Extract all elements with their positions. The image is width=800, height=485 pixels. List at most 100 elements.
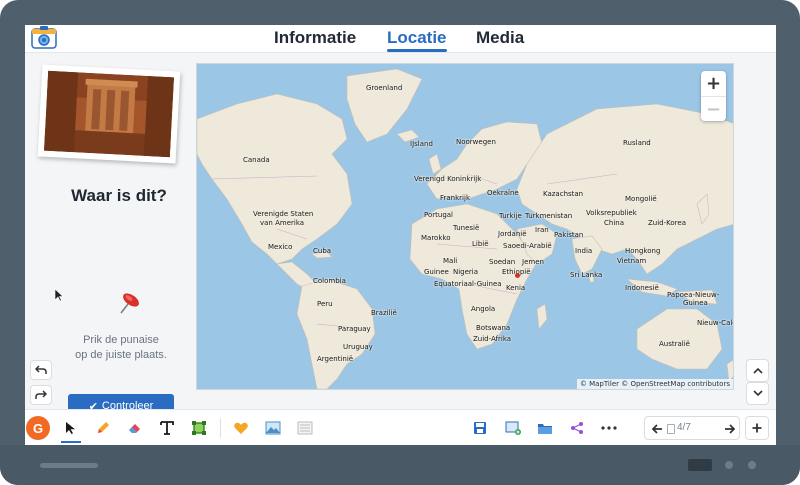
- map-label: Peru: [317, 300, 333, 308]
- previous-page-button[interactable]: [649, 421, 665, 437]
- sticker-tool-button[interactable]: [230, 417, 252, 439]
- open-folder-button[interactable]: [534, 417, 556, 439]
- map-label: India: [575, 247, 593, 255]
- map-label: Saoedi-Arabië: [503, 242, 552, 250]
- toolbar-divider: [220, 418, 221, 438]
- text-icon: [160, 421, 174, 435]
- map-label: Volksrepubliek: [586, 209, 637, 217]
- add-media-button[interactable]: [502, 417, 524, 439]
- push-pin-icon[interactable]: [113, 289, 143, 319]
- bottom-toolbar: G 4/7: [25, 409, 776, 445]
- more-options-button[interactable]: [598, 417, 620, 439]
- zoom-out-button[interactable]: −: [701, 96, 726, 121]
- camera-app-icon[interactable]: [31, 25, 57, 49]
- map-label: Noorwegen: [456, 138, 496, 146]
- next-page-button[interactable]: [721, 421, 737, 437]
- scroll-up-button[interactable]: [746, 359, 769, 382]
- redo-button[interactable]: [30, 385, 52, 405]
- map-label: Iran: [535, 226, 549, 234]
- map-label: Hongkong: [625, 247, 661, 255]
- map-label: Argentinië: [317, 355, 354, 363]
- instruction-text: Prik de punaise op de juiste plaats.: [65, 333, 177, 363]
- tab-informatie[interactable]: Informatie: [274, 28, 356, 48]
- map-label: van Amerika: [260, 219, 305, 227]
- app-screen: Informatie Locatie Media Waar is dit? Pr…: [25, 25, 776, 445]
- world-map[interactable]: Groenland IJsland Noorwegen Rusland Cana…: [196, 63, 734, 390]
- eraser-tool-button[interactable]: [124, 417, 146, 439]
- add-image-icon: [505, 421, 521, 435]
- image-icon: [265, 421, 281, 435]
- plus-icon: [752, 423, 762, 433]
- undo-icon: [35, 365, 47, 374]
- map-label: Canada: [243, 156, 270, 164]
- chevron-down-icon: [752, 390, 763, 397]
- more-icon: [601, 426, 617, 430]
- map-label: Libië: [472, 240, 489, 248]
- add-page-button[interactable]: [745, 416, 769, 440]
- shape-tool-button[interactable]: [188, 417, 210, 439]
- list-icon: [297, 421, 313, 435]
- mouse-cursor-icon: [54, 287, 64, 302]
- pencil-tool-button[interactable]: [92, 417, 114, 439]
- map-label: Verenigd Koninkrijk: [414, 175, 482, 183]
- map-attribution: © MapTiler © OpenStreetMap contributors: [576, 379, 733, 389]
- share-button[interactable]: [566, 417, 588, 439]
- map-label: Uruguay: [343, 343, 373, 351]
- chevron-up-icon: [752, 367, 763, 374]
- map-label: Jordanië: [498, 230, 527, 238]
- eraser-icon: [129, 424, 140, 433]
- tab-locatie[interactable]: Locatie: [387, 28, 447, 48]
- heart-icon: [234, 422, 248, 434]
- zoom-in-button[interactable]: +: [701, 71, 726, 96]
- location-marker-icon: [515, 273, 520, 278]
- map-label: Mexico: [268, 243, 293, 251]
- page-icon: [667, 424, 675, 434]
- map-label: Sri Lanka: [570, 271, 603, 279]
- instruction-line-1: Prik de punaise: [83, 334, 159, 346]
- map-label: Kenia: [506, 284, 526, 292]
- user-avatar[interactable]: G: [26, 416, 50, 440]
- tab-media[interactable]: Media: [476, 28, 524, 48]
- zoom-controls: + −: [701, 71, 726, 121]
- map-label: IJsland: [410, 140, 433, 148]
- redo-icon: [35, 390, 47, 399]
- arrow-right-icon: [724, 424, 735, 434]
- top-bar: Informatie Locatie Media: [25, 25, 776, 53]
- map-label: Pakistan: [554, 231, 584, 239]
- pencil-icon: [98, 422, 109, 433]
- map-label: Guinee: [424, 268, 449, 276]
- page-counter: 4/7: [677, 422, 691, 433]
- map-label: China: [604, 219, 624, 227]
- map-label: Jemen: [522, 258, 544, 266]
- select-tool-button[interactable]: [60, 417, 82, 439]
- map-label: Soedan: [489, 258, 516, 266]
- shape-icon: [192, 421, 206, 435]
- map-label: Nieuw-Caledonië: [697, 319, 733, 327]
- bezel-led: [748, 461, 756, 469]
- active-tool-indicator: [61, 441, 81, 443]
- map-label: Kazachstan: [543, 190, 584, 198]
- bezel-camera: [688, 459, 712, 471]
- bezel-led: [725, 461, 733, 469]
- arrow-left-icon: [651, 424, 662, 434]
- share-icon: [571, 422, 583, 434]
- undo-button[interactable]: [30, 360, 52, 380]
- map-label: Marokko: [421, 234, 451, 242]
- text-tool-button[interactable]: [156, 417, 178, 439]
- map-label: Zuid-Korea: [648, 219, 686, 227]
- list-tool-button[interactable]: [294, 417, 316, 439]
- petra-photo-image: [43, 70, 175, 158]
- map-label: Tunesië: [453, 224, 480, 232]
- map-label: Rusland: [623, 139, 651, 147]
- save-button[interactable]: [469, 417, 491, 439]
- map-label: Guinea: [683, 299, 708, 307]
- scroll-down-button[interactable]: [746, 382, 769, 405]
- map-label: Brazilië: [371, 309, 397, 317]
- map-label: Colombia: [313, 277, 346, 285]
- map-label: Cuba: [313, 247, 332, 255]
- map-label: Turkmenistan: [525, 212, 573, 220]
- image-tool-button[interactable]: [262, 417, 284, 439]
- map-label: Angola: [471, 305, 496, 313]
- device-bezel-bottom: [0, 445, 800, 485]
- map-label: Groenland: [366, 84, 403, 92]
